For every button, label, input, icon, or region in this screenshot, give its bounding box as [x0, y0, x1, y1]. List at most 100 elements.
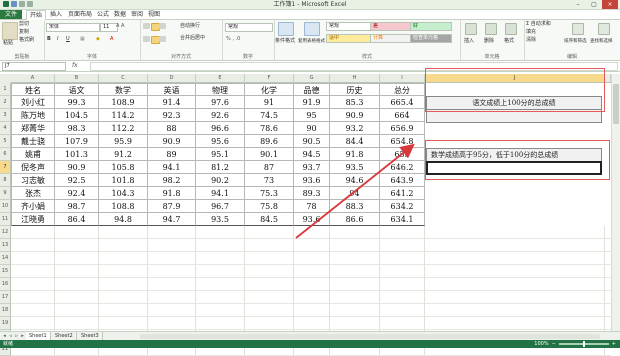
- row-header[interactable]: 12: [0, 226, 11, 239]
- row-header[interactable]: 10: [0, 200, 11, 213]
- sort-filter-button[interactable]: 排序和筛选: [564, 38, 587, 45]
- percent-icon[interactable]: % , .0: [226, 36, 240, 43]
- data-cell[interactable]: 75.8: [245, 200, 294, 213]
- format-painter-button[interactable]: 格式刷: [19, 37, 34, 44]
- data-cell[interactable]: 96.6: [196, 122, 245, 135]
- header-cell[interactable]: 品德: [294, 83, 330, 96]
- data-cell[interactable]: 87.9: [148, 200, 196, 213]
- data-cell[interactable]: 646.2: [380, 161, 425, 174]
- data-cell[interactable]: 108.9: [99, 96, 148, 109]
- data-cell[interactable]: 98.7: [55, 200, 99, 213]
- data-cell[interactable]: 653: [380, 148, 425, 161]
- zoom-in-icon[interactable]: +: [612, 340, 616, 348]
- data-cell[interactable]: 92.4: [55, 187, 99, 200]
- header-cell[interactable]: 历史: [330, 83, 380, 96]
- data-cell[interactable]: 104.3: [99, 187, 148, 200]
- row-header[interactable]: 17: [0, 291, 11, 304]
- data-cell[interactable]: 93.2: [330, 122, 380, 135]
- format-cells-icon[interactable]: [505, 23, 517, 35]
- column-header-h[interactable]: H: [330, 74, 380, 83]
- style-check-cell[interactable]: 检查单元格: [410, 34, 452, 43]
- font-name-select[interactable]: 宋体: [46, 23, 100, 32]
- tab-insert[interactable]: 插入: [48, 10, 64, 19]
- style-normal[interactable]: 常规: [326, 22, 372, 31]
- data-cell[interactable]: 75.3: [245, 187, 294, 200]
- fill-button[interactable]: 填充: [526, 29, 536, 36]
- data-cell[interactable]: 93.7: [294, 161, 330, 174]
- row-header[interactable]: 14: [0, 252, 11, 265]
- delete-cells-button[interactable]: 删除: [484, 38, 494, 45]
- maximize-button[interactable]: ▢: [586, 0, 602, 9]
- data-cell[interactable]: 98.2: [148, 174, 196, 187]
- data-cell[interactable]: 94: [330, 187, 380, 200]
- data-cell[interactable]: 90.5: [294, 135, 330, 148]
- data-cell[interactable]: 94.7: [148, 213, 196, 226]
- data-cell[interactable]: 91.9: [294, 96, 330, 109]
- data-cell[interactable]: 95.1: [196, 148, 245, 161]
- number-format-select[interactable]: 常规: [225, 23, 273, 32]
- data-cell[interactable]: 94.1: [148, 161, 196, 174]
- data-cell[interactable]: 634.1: [380, 213, 425, 226]
- underline-icon[interactable]: U: [66, 36, 70, 43]
- last-sheet-icon[interactable]: ▸: [20, 333, 25, 339]
- data-cell[interactable]: 93.5: [330, 161, 380, 174]
- data-cell[interactable]: 664: [380, 109, 425, 122]
- data-cell[interactable]: 陈万地: [11, 109, 55, 122]
- data-cell[interactable]: 665.4: [380, 96, 425, 109]
- tab-home[interactable]: 开始: [26, 10, 46, 20]
- data-cell[interactable]: 97.6: [196, 96, 245, 109]
- zoom-level[interactable]: 100%: [534, 340, 548, 348]
- header-cell[interactable]: 总分: [380, 83, 425, 96]
- data-cell[interactable]: 94.1: [196, 187, 245, 200]
- data-cell[interactable]: 634.2: [380, 200, 425, 213]
- row-header[interactable]: 13: [0, 239, 11, 252]
- data-cell[interactable]: 戴士骁: [11, 135, 55, 148]
- fill-color-icon[interactable]: ◆: [96, 36, 100, 43]
- style-good[interactable]: 好: [410, 22, 452, 31]
- data-cell[interactable]: 91.2: [99, 148, 148, 161]
- fx-icon[interactable]: fx: [72, 62, 78, 70]
- align-top-icon[interactable]: [143, 23, 150, 29]
- data-cell[interactable]: 90.9: [55, 161, 99, 174]
- row-header[interactable]: 18: [0, 304, 11, 317]
- row-header[interactable]: 15: [0, 265, 11, 278]
- data-cell[interactable]: 93.6: [294, 213, 330, 226]
- data-cell[interactable]: 93.5: [196, 213, 245, 226]
- row-header[interactable]: 19: [0, 317, 11, 330]
- data-cell[interactable]: 107.9: [55, 135, 99, 148]
- data-cell[interactable]: 86.6: [330, 213, 380, 226]
- data-cell[interactable]: 94.5: [294, 148, 330, 161]
- column-header-a[interactable]: A: [11, 74, 55, 83]
- column-header-c[interactable]: C: [99, 74, 148, 83]
- data-cell[interactable]: 90.9: [148, 135, 196, 148]
- data-cell[interactable]: 84.4: [330, 135, 380, 148]
- table-format-icon[interactable]: [304, 22, 320, 36]
- header-cell[interactable]: 姓名: [11, 83, 55, 96]
- data-cell[interactable]: 74.5: [245, 109, 294, 122]
- data-cell[interactable]: 90.9: [330, 109, 380, 122]
- data-cell[interactable]: 81.2: [196, 161, 245, 174]
- data-cell[interactable]: 93.6: [294, 174, 330, 187]
- data-cell[interactable]: 91.8: [148, 187, 196, 200]
- grow-font-icon[interactable]: A A: [116, 23, 124, 30]
- style-neutral[interactable]: 适中: [326, 34, 372, 43]
- data-cell[interactable]: 105.8: [99, 161, 148, 174]
- data-cell[interactable]: 90.1: [245, 148, 294, 161]
- prev-sheet-icon[interactable]: ◃: [8, 333, 13, 339]
- wrap-text-button[interactable]: 自动换行: [180, 23, 200, 30]
- clear-button[interactable]: 清除: [526, 37, 536, 44]
- data-cell[interactable]: 88: [148, 122, 196, 135]
- row-header[interactable]: 16: [0, 278, 11, 291]
- style-calculation[interactable]: 计算: [370, 34, 412, 43]
- data-cell[interactable]: 90: [294, 122, 330, 135]
- data-cell[interactable]: 112.2: [99, 122, 148, 135]
- data-cell[interactable]: 齐小娟: [11, 200, 55, 213]
- header-cell[interactable]: 语文: [55, 83, 99, 96]
- align-right-icon[interactable]: [159, 36, 166, 42]
- paste-label[interactable]: 粘贴: [3, 40, 13, 47]
- data-cell[interactable]: 99.3: [55, 96, 99, 109]
- italic-icon[interactable]: I: [57, 36, 58, 43]
- data-cell[interactable]: 95.6: [196, 135, 245, 148]
- tab-data[interactable]: 数据: [112, 10, 128, 19]
- data-cell[interactable]: 江晓勇: [11, 213, 55, 226]
